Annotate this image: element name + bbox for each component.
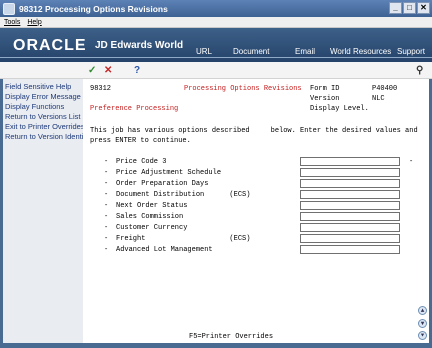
sales-commission-input[interactable] [300, 212, 400, 221]
sidebar-item-display-functions[interactable]: Display Functions [5, 102, 64, 111]
option-bullet: - [104, 213, 109, 221]
close-icon[interactable]: ✕ [417, 2, 430, 14]
link-world-resources[interactable]: World Resources [330, 47, 391, 56]
advanced-lot-input[interactable] [300, 245, 400, 254]
function-sidebar: Field Sensitive Help Display Error Messa… [3, 79, 85, 343]
page-down-icon[interactable]: ⯆ [418, 331, 427, 340]
document-distribution-input[interactable] [300, 190, 400, 199]
price-code-3-input[interactable] [300, 157, 400, 166]
link-support[interactable]: Support [397, 47, 425, 56]
sidebar-item-error-message[interactable]: Display Error Message [5, 92, 81, 101]
search-icon[interactable]: ⚲ [416, 65, 423, 76]
app-icon [3, 2, 15, 15]
program-id: 98312 [90, 85, 112, 93]
order-prep-days-input[interactable] [300, 179, 400, 188]
option-bullet: - [104, 169, 109, 177]
window-title: 98312 Processing Options Revisions [19, 3, 168, 14]
version-label: Version [310, 95, 340, 103]
link-url[interactable]: URL [196, 47, 212, 56]
sidebar-item-versions-list[interactable]: Return to Versions List [5, 112, 80, 121]
display-level: Display Level. [310, 105, 369, 113]
option-bullet: - [104, 235, 109, 243]
cancel-icon[interactable]: ✕ [104, 65, 112, 76]
subtitle: Preference Processing [90, 105, 179, 113]
option-bullet: - [104, 191, 109, 199]
option-label: Next Order Status [116, 202, 188, 210]
freight-input[interactable] [300, 234, 400, 243]
price-adjustment-input[interactable] [300, 168, 400, 177]
ok-icon[interactable]: ✓ [88, 65, 96, 76]
option-label: Sales Commission [116, 213, 184, 221]
option-bullet: - [104, 180, 109, 188]
maximize-icon[interactable]: □ [403, 2, 416, 14]
window-border [0, 343, 432, 348]
option-bullet: - [104, 246, 109, 254]
banner-links: URL Document Email World Resources Suppo… [0, 47, 432, 61]
scroll-up-icon[interactable]: ▲ [418, 306, 427, 315]
option-label: Price Adjustment Schedule [116, 169, 222, 177]
menu-tools[interactable]: Tools [4, 19, 20, 26]
link-email[interactable]: Email [295, 47, 315, 56]
option-label: Price Code 3 [116, 158, 167, 166]
title-bar: 98312 Processing Options Revisions _ □ ✕ [0, 0, 432, 17]
link-document[interactable]: Document [233, 47, 269, 56]
sidebar-item-version-identity[interactable]: Return to Version Identi [5, 132, 83, 141]
version-value: NLC [372, 95, 385, 103]
help-icon[interactable]: ? [134, 65, 140, 76]
form-title: Processing Options Revisions [184, 85, 302, 93]
option-label: Order Preparation Days [116, 180, 209, 188]
option-bullet: - [104, 158, 109, 166]
sidebar-item-field-help[interactable]: Field Sensitive Help [5, 82, 71, 91]
customer-currency-input[interactable] [300, 223, 400, 232]
instructions-line-1: This job has various options described b… [90, 127, 418, 135]
menu-bar: Tools Help [0, 17, 432, 28]
option-label: Document Distribution (ECS) [116, 191, 251, 199]
option-bullet: - [104, 202, 109, 210]
sidebar-item-printer-overrides[interactable]: Exit to Printer Overrides [5, 122, 85, 131]
next-order-status-input[interactable] [300, 201, 400, 210]
window-controls: _ □ ✕ [389, 2, 430, 14]
option-bullet: - [104, 224, 109, 232]
option-label: Customer Currency [116, 224, 188, 232]
option-label: Freight (ECS) [116, 235, 251, 243]
option-label: Advanced Lot Management [116, 246, 213, 254]
menu-help[interactable]: Help [27, 19, 41, 26]
footer-function-keys: F5=Printer Overrides [189, 333, 274, 341]
form-id-label: Form ID [310, 85, 340, 93]
scroll-down-icon[interactable]: ▼ [418, 319, 427, 328]
toolbar: ✓ ✕ ? ⚲ [0, 62, 432, 79]
main-form: 98312 Processing Options Revisions Form … [83, 79, 429, 343]
instructions-line-2: press ENTER to continue. [90, 137, 191, 145]
minimize-icon[interactable]: _ [389, 2, 402, 14]
option-bullet: - [409, 158, 414, 166]
form-id-value: P40400 [372, 85, 398, 93]
